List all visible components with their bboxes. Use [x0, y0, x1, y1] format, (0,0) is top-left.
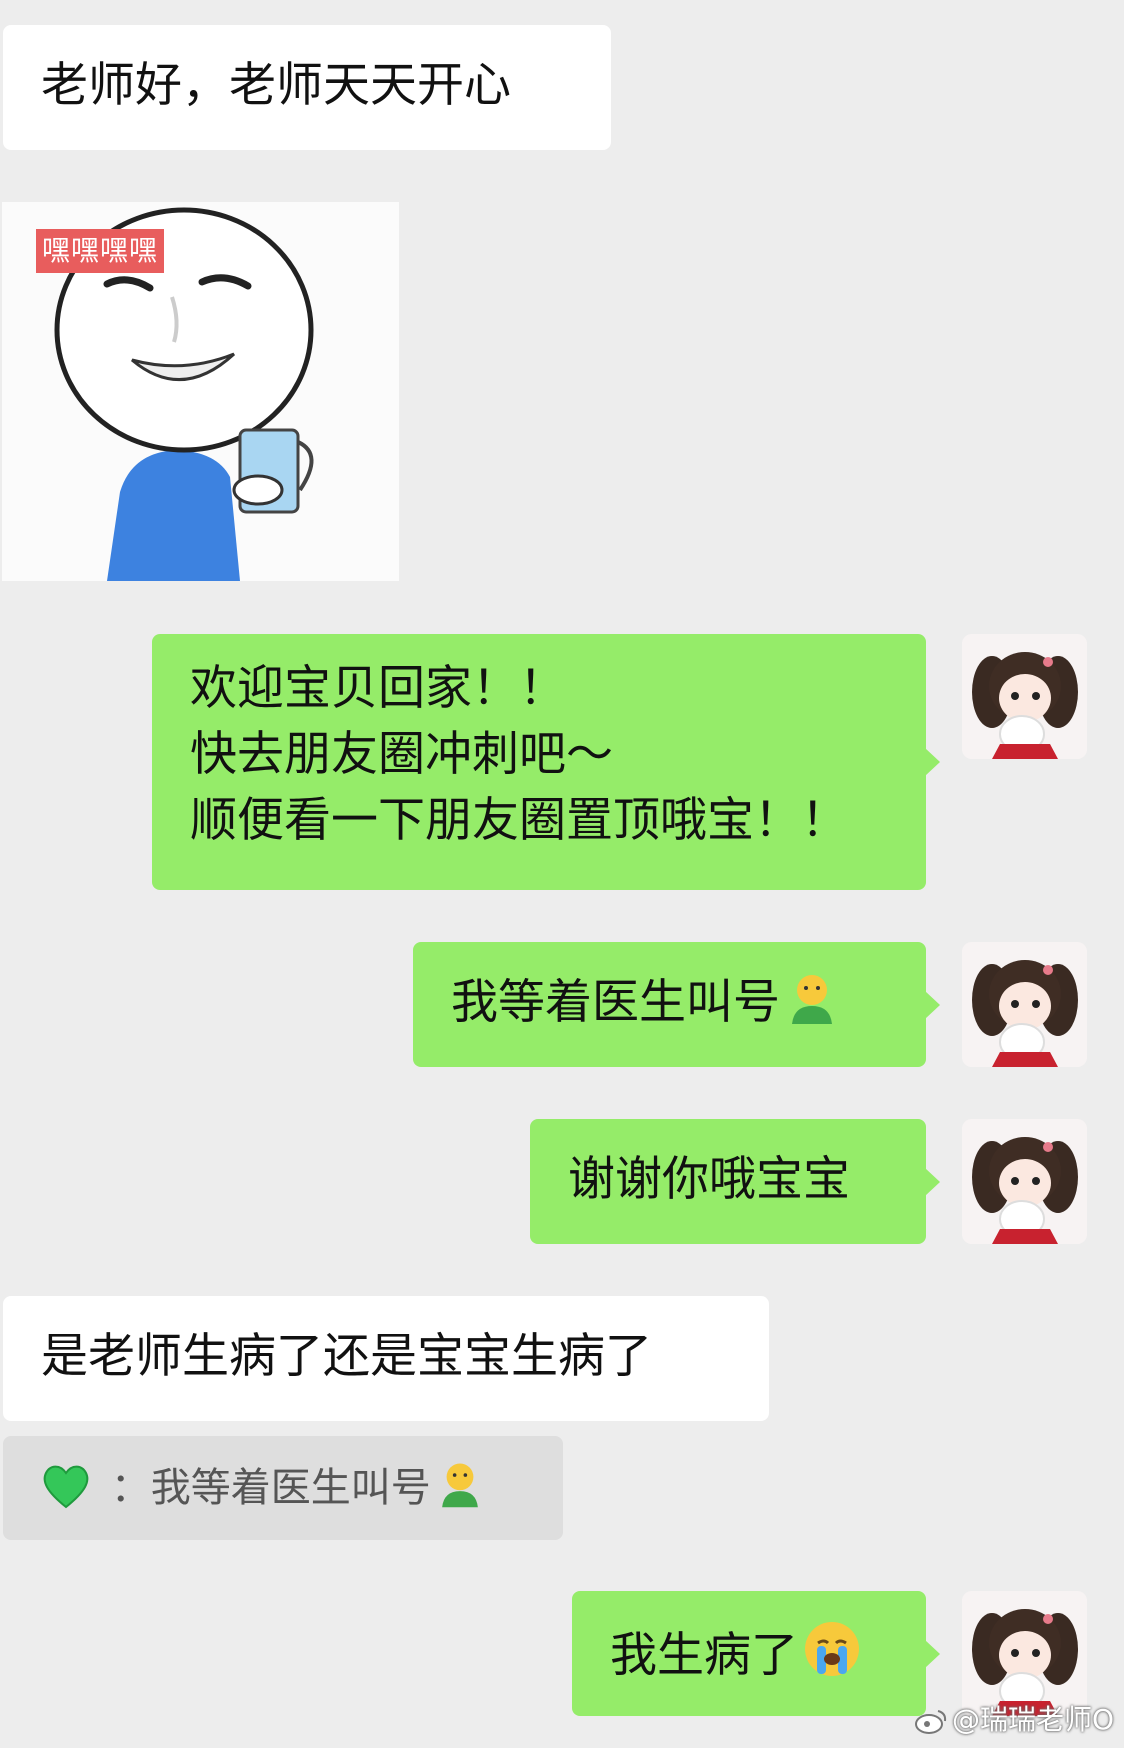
- outgoing-message-bubble[interactable]: 欢迎宝贝回家！！ 快去朋友圈冲刺吧～ 顺便看一下朋友圈置顶哦宝！！: [152, 634, 940, 890]
- crying-face-emoji-icon: [802, 1619, 862, 1697]
- girl-avatar-icon: [962, 1119, 1087, 1244]
- message-line: 欢迎宝贝回家！！: [190, 661, 566, 716]
- watermark: @瑞瑞老师O: [914, 1698, 1114, 1742]
- message-text: 老师好，老师天天开心: [41, 58, 511, 113]
- outgoing-message-bubble[interactable]: 谢谢你哦宝宝: [530, 1119, 940, 1244]
- girl-avatar-icon: [962, 942, 1087, 1067]
- message-line: 顺便看一下朋友圈置顶哦宝！！: [190, 793, 848, 848]
- sticker-caption: 嘿嘿嘿嘿: [36, 229, 165, 273]
- watermark-text: @瑞瑞老师O: [951, 1703, 1114, 1736]
- chat-area[interactable]: 老师好，老师天天开心 嘿嘿嘿嘿 欢迎宝贝回家！！ 快去朋友圈冲刺吧～ 顺便看一下…: [0, 0, 1124, 1748]
- incoming-message-bubble[interactable]: 是老师生病了还是宝宝生病了: [3, 1296, 769, 1421]
- message-text: 我生病了: [610, 1628, 798, 1683]
- quoted-message[interactable]: ：我等着医生叫号: [3, 1436, 563, 1540]
- green-heart-icon: [40, 1465, 105, 1511]
- outgoing-message-bubble[interactable]: 我等着医生叫号: [413, 942, 940, 1067]
- incoming-message-bubble[interactable]: 老师好，老师天天开心: [3, 25, 611, 150]
- message-line: 快去朋友圈冲刺吧～: [190, 727, 613, 782]
- avatar[interactable]: [962, 634, 1087, 759]
- message-text: 我等着医生叫号: [451, 975, 780, 1030]
- quote-separator: ：: [110, 1465, 151, 1511]
- message-text: 是老师生病了还是宝宝生病了: [41, 1329, 652, 1384]
- girl-avatar-icon: [962, 634, 1087, 759]
- person-emoji-icon: [784, 970, 840, 1044]
- person-emoji-icon: [435, 1444, 485, 1548]
- avatar[interactable]: [962, 1119, 1087, 1244]
- message-text: 谢谢你哦宝宝: [568, 1152, 850, 1207]
- quote-text: 我等着医生叫号: [150, 1465, 431, 1511]
- outgoing-message-bubble[interactable]: 我生病了: [572, 1591, 940, 1716]
- avatar[interactable]: [962, 942, 1087, 1067]
- weibo-logo-icon: [914, 1707, 948, 1742]
